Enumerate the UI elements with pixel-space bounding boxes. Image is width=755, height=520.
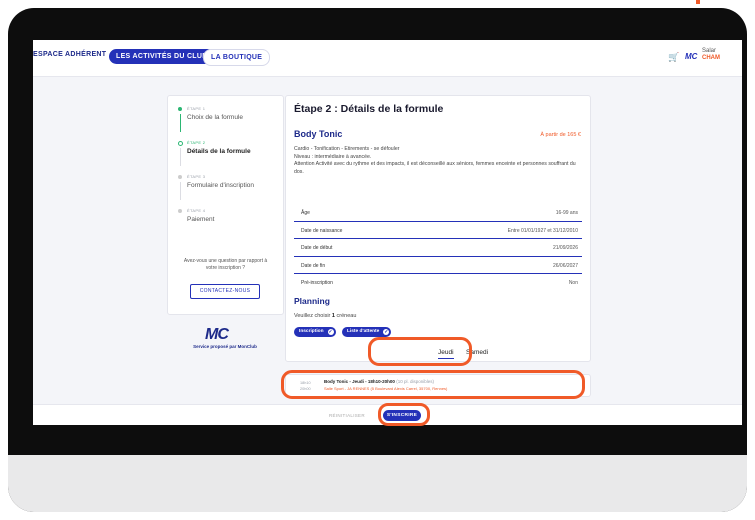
info-label: Pré-inscription bbox=[301, 280, 333, 286]
step-number: ÉTAPE 2 bbox=[187, 140, 206, 145]
choose-count: 1 bbox=[331, 313, 335, 319]
top-navigation: ESPACE ADHÉRENT LES ACTIVITÉS DU CLUB LA… bbox=[33, 40, 742, 77]
info-value: Entre 01/01/1927 et 31/12/2010 bbox=[507, 227, 578, 234]
steps-sidebar: ÉTAPE 1 Choix de la formule ÉTAPE 2 Déta… bbox=[167, 95, 284, 315]
formula-details-card: Étape 2 : Détails de la formule Body Ton… bbox=[285, 95, 591, 362]
step-done-dot-icon bbox=[178, 107, 182, 111]
step-number: ÉTAPE 4 bbox=[187, 208, 206, 213]
choose-slot-hint: Veuillez choisir 1 créneau bbox=[294, 313, 356, 319]
description-line: Cardio - Tonification - Etirements - se … bbox=[294, 146, 400, 152]
info-value: 26/06/2027 bbox=[552, 262, 578, 269]
formula-info-table: Âge 16-99 ans Date de naissance Entre 01… bbox=[294, 204, 582, 291]
course-description: Cardio - Tonification - Etirements - se … bbox=[294, 146, 579, 176]
info-row-pre-registration: Pré-inscription Non bbox=[294, 274, 582, 291]
nav-boutique[interactable]: LA BOUTIQUE bbox=[203, 49, 271, 66]
step-number: ÉTAPE 3 bbox=[187, 174, 206, 179]
cart-icon[interactable]: 🛒 bbox=[668, 52, 679, 63]
user-name-line: Salar bbox=[702, 48, 717, 54]
course-price: À partir de 165 € bbox=[540, 132, 581, 138]
reset-button[interactable]: RÉINITIALISER bbox=[329, 413, 365, 418]
info-label: Date de fin bbox=[301, 262, 326, 269]
planning-title: Planning bbox=[294, 296, 330, 306]
info-label: Date de naissance bbox=[301, 227, 343, 234]
info-row-start-date: Date de début 21/09/2026 bbox=[294, 239, 582, 257]
description-line: Niveau : intermédiaire à avancée. bbox=[294, 153, 372, 160]
app-screen: ESPACE ADHÉRENT LES ACTIVITÉS DU CLUB LA… bbox=[33, 40, 742, 425]
info-row-age: Âge 16-99 ans bbox=[294, 204, 582, 222]
choose-prefix: Veuillez choisir bbox=[294, 313, 331, 319]
user-org-line: CHAM bbox=[702, 55, 720, 61]
info-row-birthdate: Date de naissance Entre 01/01/1927 et 31… bbox=[294, 222, 582, 239]
step-title: Formulaire d'inscription bbox=[187, 182, 254, 189]
highlight-slot bbox=[281, 370, 585, 399]
nav-activites-club[interactable]: LES ACTIVITÉS DU CLUB bbox=[109, 49, 215, 64]
check-icon: ✓ bbox=[383, 329, 390, 335]
brand-caption: Service proposé par MonClub bbox=[193, 344, 257, 349]
step-title: Détails de la formule bbox=[187, 148, 251, 155]
step-connector bbox=[180, 114, 181, 132]
bottom-panel bbox=[8, 455, 747, 512]
contact-us-button[interactable]: CONTACTEZ-NOUS bbox=[190, 284, 260, 299]
step-connector bbox=[180, 148, 181, 166]
info-value: Non bbox=[568, 280, 578, 286]
help-question: Avez-vous une question par rapport à vot… bbox=[183, 258, 268, 271]
info-value: 16-99 ans bbox=[555, 210, 578, 216]
step-number: ÉTAPE 1 bbox=[187, 106, 206, 111]
step-title: Choix de la formule bbox=[187, 114, 243, 121]
step-todo-dot-icon bbox=[178, 209, 182, 213]
highlight-day-tabs bbox=[368, 337, 472, 366]
choose-suffix: créneau bbox=[336, 313, 357, 319]
user-menu[interactable]: Salar CHAM bbox=[702, 48, 720, 62]
legend-tag-waiting-list: Liste d'attente ✓ bbox=[342, 327, 392, 337]
tag-label: Inscription bbox=[299, 329, 324, 334]
highlight-signup-button bbox=[378, 403, 430, 426]
nav-espace-adherent[interactable]: ESPACE ADHÉRENT bbox=[33, 51, 106, 58]
monclub-logo: MC bbox=[205, 326, 229, 343]
step-title: Paiement bbox=[187, 216, 215, 223]
step-active-dot-icon bbox=[178, 141, 183, 146]
info-label: Date de début bbox=[301, 245, 333, 251]
info-label: Âge bbox=[301, 210, 310, 216]
club-logo-small: MC bbox=[685, 52, 698, 61]
info-row-end-date: Date de fin 26/06/2027 bbox=[294, 257, 582, 274]
description-line: Attention Activité avec du rythme et des… bbox=[294, 161, 576, 175]
check-icon: ✓ bbox=[327, 329, 334, 335]
page-title: Étape 2 : Détails de la formule bbox=[294, 103, 444, 115]
step-connector bbox=[180, 182, 181, 200]
orange-corner-mark bbox=[696, 0, 700, 4]
tag-label: Liste d'attente bbox=[347, 329, 380, 334]
step-todo-dot-icon bbox=[178, 175, 182, 179]
course-name: Body Tonic bbox=[294, 129, 343, 139]
legend-tag-inscription: Inscription ✓ bbox=[294, 327, 336, 337]
info-value: 21/09/2026 bbox=[552, 245, 578, 251]
